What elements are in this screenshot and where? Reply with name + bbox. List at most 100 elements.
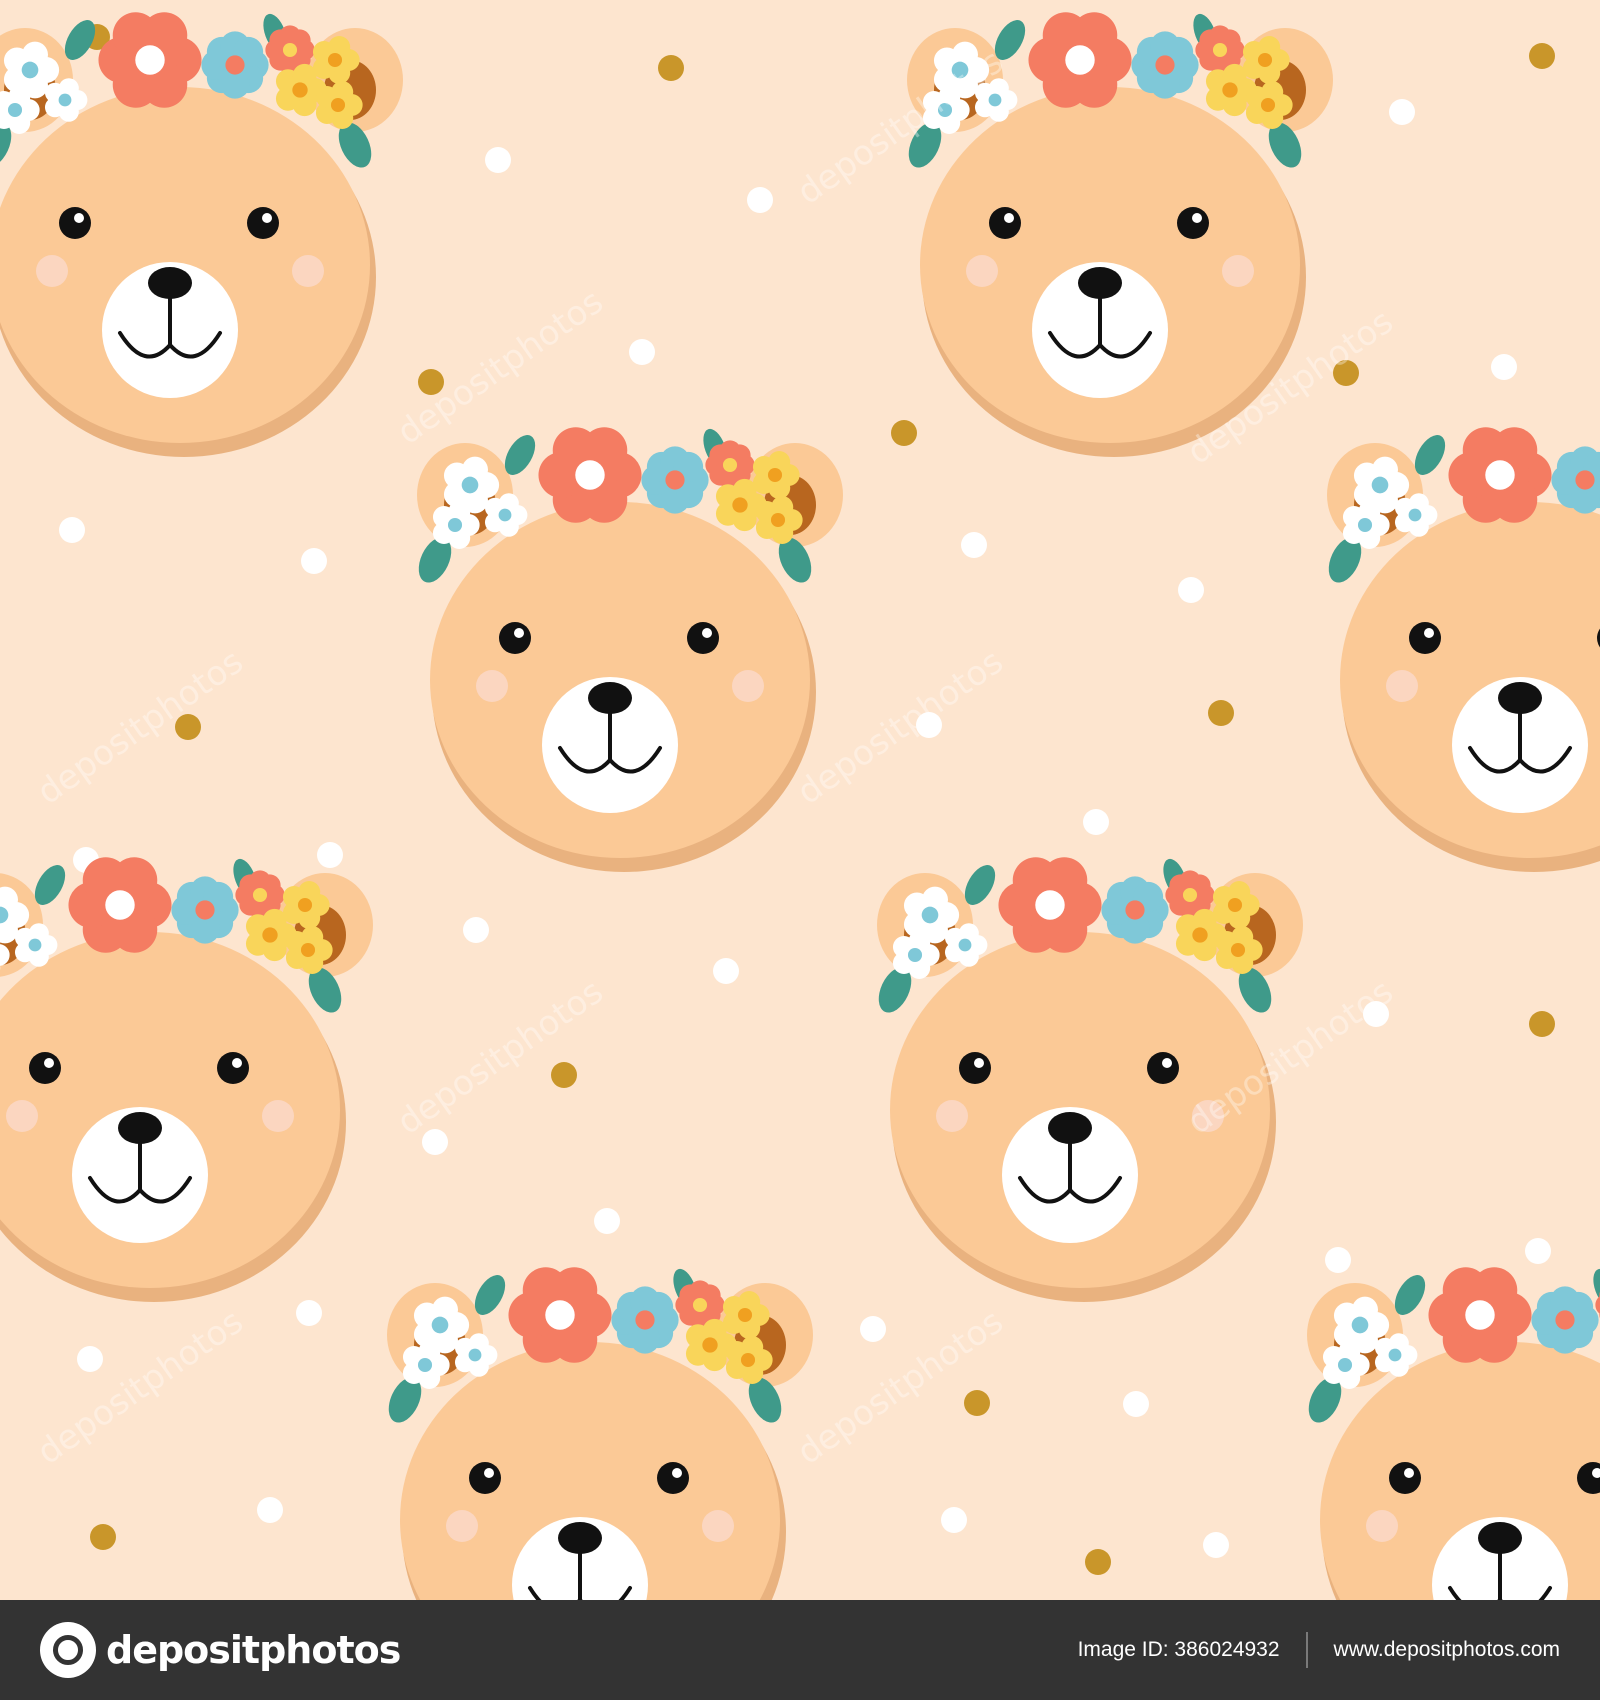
- bear-eye-right: [657, 1462, 689, 1494]
- white-dot: [713, 958, 739, 984]
- bear-eye-left: [499, 622, 531, 654]
- eye-highlight: [44, 1058, 54, 1068]
- white-dot: [1363, 1001, 1389, 1027]
- bear-eye-left: [469, 1462, 501, 1494]
- gold-dot: [1529, 1011, 1555, 1037]
- bear-face-6: [877, 857, 1303, 1302]
- blue-flower: [1131, 31, 1199, 99]
- white-dot: [463, 917, 489, 943]
- bear-nose: [588, 682, 632, 714]
- image-id: Image ID: 386024932: [1077, 1638, 1280, 1661]
- bear-eye-left: [989, 207, 1021, 239]
- bear-head: [1340, 502, 1600, 858]
- white-dot: [629, 339, 655, 365]
- bear-cheek-right: [732, 670, 764, 702]
- bear-nose: [1498, 682, 1542, 714]
- eye-highlight: [514, 628, 524, 638]
- white-dot: [59, 517, 85, 543]
- gold-dot: [964, 1390, 990, 1416]
- bear-cheek-left: [36, 255, 68, 287]
- white-dot: [1491, 354, 1517, 380]
- bear-eye-right: [1177, 207, 1209, 239]
- white-dot: [941, 1507, 967, 1533]
- bear-eye-right: [687, 622, 719, 654]
- white-dot: [485, 147, 511, 173]
- gold-dot: [1529, 43, 1555, 69]
- eye-highlight: [672, 1468, 682, 1478]
- bear-nose: [1078, 267, 1122, 299]
- bear-nose: [1478, 1522, 1522, 1554]
- bear-cheek-left: [1366, 1510, 1398, 1542]
- brand[interactable]: depositphotos: [40, 1622, 401, 1678]
- bear-cheek-left: [966, 255, 998, 287]
- gold-dot: [551, 1062, 577, 1088]
- eye-highlight: [1404, 1468, 1414, 1478]
- bear-eye-left: [1409, 622, 1441, 654]
- eye-highlight: [484, 1468, 494, 1478]
- bear-cheek-left: [446, 1510, 478, 1542]
- bear-face-8: [1307, 1267, 1600, 1600]
- bear-eye-right: [247, 207, 279, 239]
- bear-nose: [118, 1112, 162, 1144]
- bear-face-7: [387, 1267, 813, 1600]
- blue-flower: [1101, 876, 1169, 944]
- white-dot: [1325, 1247, 1351, 1273]
- camera-lens-icon: [40, 1622, 96, 1678]
- white-dot: [422, 1129, 448, 1155]
- white-dot: [1178, 577, 1204, 603]
- white-dot: [1123, 1391, 1149, 1417]
- bear-face-4: [1327, 427, 1600, 872]
- bear-face-5: [0, 857, 373, 1302]
- blue-flower: [1551, 446, 1600, 514]
- eye-highlight: [1424, 628, 1434, 638]
- bear-eye-left: [1389, 1462, 1421, 1494]
- bear-eye-right: [217, 1052, 249, 1084]
- bear-cheek-right: [1222, 255, 1254, 287]
- gold-dot: [418, 369, 444, 395]
- brand-name: depositphotos: [106, 1628, 401, 1672]
- bear-eye-right: [1147, 1052, 1179, 1084]
- pattern-illustration: depositphotos depositphotos depositphoto…: [0, 0, 1600, 1600]
- eye-highlight: [702, 628, 712, 638]
- bear-cheek-right: [702, 1510, 734, 1542]
- blue-flower: [611, 1286, 679, 1354]
- eye-highlight: [262, 213, 272, 223]
- white-dot: [961, 532, 987, 558]
- bear-eye-left: [29, 1052, 61, 1084]
- eye-highlight: [1192, 213, 1202, 223]
- eye-highlight: [232, 1058, 242, 1068]
- bear-cheek-left: [1386, 670, 1418, 702]
- white-dot: [296, 1300, 322, 1326]
- white-dot: [747, 187, 773, 213]
- white-dot: [1083, 809, 1109, 835]
- white-dot: [257, 1497, 283, 1523]
- bear-cheek-left: [936, 1100, 968, 1132]
- gold-dot: [658, 55, 684, 81]
- bear-nose: [558, 1522, 602, 1554]
- bear-face-3: [417, 427, 843, 872]
- white-dot: [860, 1316, 886, 1342]
- footer-divider: [1305, 1632, 1308, 1668]
- white-dot: [1389, 99, 1415, 125]
- gold-dot: [891, 420, 917, 446]
- eye-highlight: [974, 1058, 984, 1068]
- bear-cheek-right: [262, 1100, 294, 1132]
- white-dot: [1525, 1238, 1551, 1264]
- blue-flower: [171, 876, 239, 944]
- white-dot: [77, 1346, 103, 1372]
- stock-footer-bar: depositphotos Image ID: 386024932 www.de…: [0, 1600, 1600, 1700]
- bear-nose: [148, 267, 192, 299]
- bear-eye-left: [59, 207, 91, 239]
- site-url[interactable]: www.depositphotos.com: [1334, 1638, 1560, 1662]
- blue-flower: [201, 31, 269, 99]
- bear-cheek-left: [6, 1100, 38, 1132]
- eye-highlight: [74, 213, 84, 223]
- eye-highlight: [1004, 213, 1014, 223]
- white-dot: [1203, 1532, 1229, 1558]
- bear-face-1: [0, 12, 403, 457]
- white-dot: [594, 1208, 620, 1234]
- bear-eye-left: [959, 1052, 991, 1084]
- gold-dot: [90, 1524, 116, 1550]
- gold-dot: [1085, 1549, 1111, 1575]
- bear-pattern-svg: [0, 12, 1600, 1600]
